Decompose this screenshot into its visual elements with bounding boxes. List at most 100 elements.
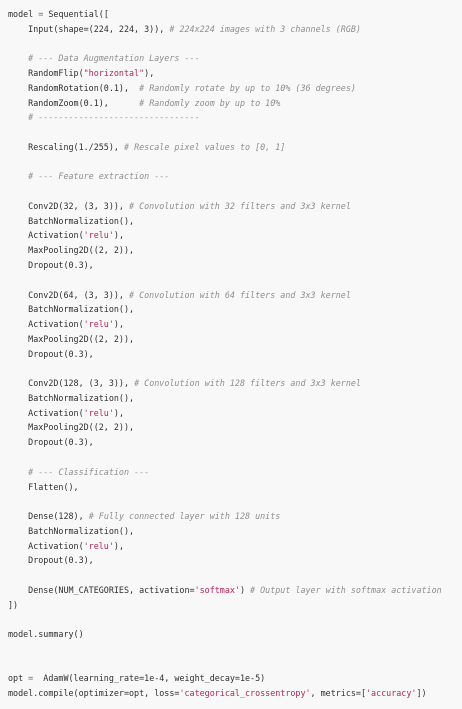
- code-line: ]): [8, 598, 462, 613]
- code-line: model.summary(): [8, 627, 462, 642]
- code-string: 'softmax': [194, 584, 240, 595]
- code-token: ),: [113, 540, 124, 551]
- code-line: # --- Feature extraction ---: [8, 169, 462, 184]
- code-token: Conv2D(128, (3, 3)),: [8, 378, 135, 389]
- code-token: Activation(: [8, 540, 84, 551]
- code-line: MaxPooling2D((2, 2)),: [8, 332, 462, 347]
- code-line: Activation('relu'),: [8, 406, 462, 421]
- code-token: RandomRotation(0.1),: [8, 82, 140, 93]
- code-token: BatchNormalization(),: [8, 215, 135, 226]
- code-token: ]): [8, 599, 19, 610]
- code-token: Sequential([: [43, 9, 109, 19]
- code-line: Dropout(0.3),: [8, 435, 462, 450]
- code-line: Rescaling(1./255), # Rescale pixel value…: [8, 140, 462, 155]
- code-comment: # Fully connected layer with 128 units: [88, 511, 281, 522]
- code-comment: # Randomly rotate by up to 10% (36 degre…: [139, 82, 356, 93]
- code-comment: # --- Classification ---: [28, 466, 150, 477]
- code-token: BatchNormalization(),: [8, 392, 135, 403]
- code-line: Dropout(0.3),: [8, 347, 462, 362]
- code-line: Conv2D(32, (3, 3)), # Convolution with 3…: [8, 199, 462, 214]
- code-line: BatchNormalization(),: [8, 214, 462, 229]
- code-line: Dropout(0.3),: [8, 553, 462, 568]
- code-line: # --- Classification ---: [8, 465, 462, 480]
- code-comment: # Convolution with 128 filters and 3x3 k…: [134, 378, 361, 389]
- code-string: 'relu': [83, 230, 114, 241]
- code-token: ),: [113, 230, 124, 241]
- code-line: BatchNormalization(),: [8, 302, 462, 317]
- code-line: Flatten(),: [8, 480, 462, 495]
- code-token: AdamW(learning_rate=1e-4, weight_decay=1…: [33, 673, 266, 684]
- code-token: Dropout(0.3),: [8, 555, 94, 566]
- code-line: Dense(128), # Fully connected layer with…: [8, 509, 462, 524]
- code-comment: # Randomly zoom by up to 10%: [139, 97, 281, 108]
- code-token: MaxPooling2D((2, 2)),: [8, 333, 135, 344]
- code-token: Activation(: [8, 407, 84, 418]
- code-comment: # --------------------------------: [28, 112, 200, 123]
- code-line: Activation('relu'),: [8, 228, 462, 243]
- code-token: RandomFlip(: [8, 68, 84, 79]
- code-token: ): [239, 584, 251, 595]
- code-line: Conv2D(64, (3, 3)), # Convolution with 6…: [8, 288, 462, 303]
- code-string: 'relu': [83, 319, 114, 330]
- code-line: # --- Data Augmentation Layers ---: [8, 51, 462, 66]
- code-token: BatchNormalization(),: [8, 525, 135, 536]
- code-comment: # Convolution with 64 filters and 3x3 ke…: [129, 289, 351, 300]
- code-comment: # --- Feature extraction ---: [28, 171, 170, 182]
- code-token: Activation(: [8, 319, 84, 330]
- code-comment: # Rescale pixel values to [0, 1]: [123, 141, 286, 152]
- code-token: MaxPooling2D((2, 2)),: [8, 245, 135, 256]
- code-token: Rescaling(1./255),: [8, 141, 124, 152]
- code-token: Conv2D(32, (3, 3)),: [8, 200, 130, 211]
- code-line: RandomZoom(0.1), # Randomly zoom by up t…: [8, 96, 462, 111]
- code-line: Activation('relu'),: [8, 317, 462, 332]
- code-token: Dense(128),: [8, 511, 89, 522]
- code-token: BatchNormalization(),: [8, 304, 135, 315]
- code-line: RandomRotation(0.1), # Randomly rotate b…: [8, 81, 462, 96]
- code-token: model: [8, 9, 39, 19]
- code-string: "horizontal": [83, 68, 145, 79]
- code-line: BatchNormalization(),: [8, 391, 462, 406]
- code-token: Dropout(0.3),: [8, 437, 94, 448]
- code-comment: # Convolution with 32 filters and 3x3 ke…: [129, 200, 351, 211]
- code-line: # --------------------------------: [8, 110, 462, 125]
- code-token: ),: [113, 407, 124, 418]
- code-comment: # 224x224 images with 3 channels (RGB): [169, 23, 361, 34]
- code-line: Dropout(0.3),: [8, 258, 462, 273]
- code-string: 'relu': [83, 407, 114, 418]
- code-line: MaxPooling2D((2, 2)),: [8, 420, 462, 435]
- code-token: MaxPooling2D((2, 2)),: [8, 422, 135, 433]
- code-token: Activation(: [8, 230, 84, 241]
- code-line: Input(shape=(224, 224, 3)), # 224x224 im…: [8, 22, 462, 37]
- code-token: , metrics=[: [310, 688, 367, 699]
- code-line: opt = AdamW(learning_rate=1e-4, weight_d…: [8, 671, 462, 686]
- code-line: Activation('relu'),: [8, 539, 462, 554]
- code-token: model.compile(optimizer=opt, loss=: [8, 688, 180, 699]
- code-string: 'categorical_crossentropy': [179, 688, 311, 699]
- code-token: Dropout(0.3),: [8, 348, 94, 359]
- code-token: model.summary(): [8, 629, 84, 640]
- code-token: Dense(NUM_CATEGORIES, activation=: [8, 584, 195, 595]
- code-token: ),: [113, 319, 124, 330]
- code-line: MaxPooling2D((2, 2)),: [8, 243, 462, 258]
- code-line: Dense(NUM_CATEGORIES, activation='softma…: [8, 583, 462, 598]
- code-token: Flatten(),: [8, 481, 79, 492]
- code-block[interactable]: model = Sequential([ Input(shape=(224, 2…: [0, 0, 462, 709]
- code-token: Input(shape=(224, 224, 3)),: [8, 23, 170, 34]
- code-line: BatchNormalization(),: [8, 524, 462, 539]
- code-string: 'accuracy': [366, 688, 417, 699]
- code-token: ),: [144, 68, 155, 79]
